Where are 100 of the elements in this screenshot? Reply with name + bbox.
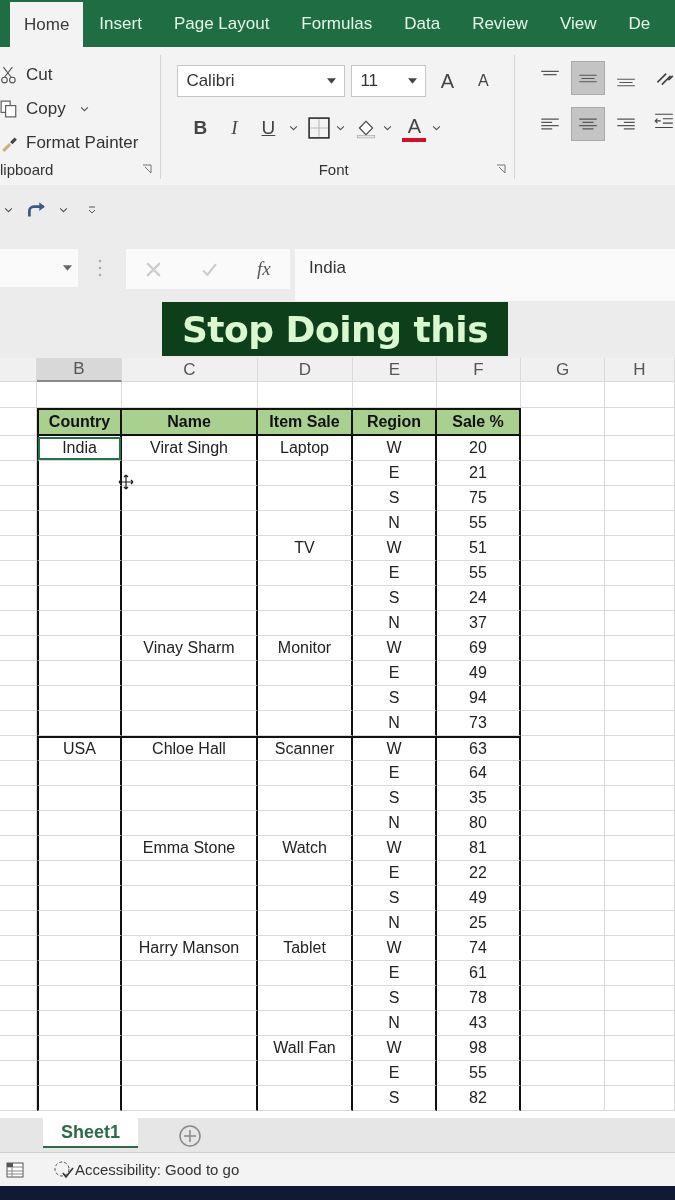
caret-icon[interactable] <box>383 125 393 131</box>
grid-cell[interactable] <box>605 382 675 408</box>
ribbon-tab[interactable]: Data <box>388 0 457 47</box>
grid-cell[interactable] <box>0 1011 37 1036</box>
dialog-launcher-icon[interactable] <box>496 164 506 174</box>
alignment-button[interactable] <box>571 61 605 95</box>
caret-icon[interactable] <box>59 207 68 213</box>
grid-cell[interactable] <box>0 861 37 886</box>
grid-cell[interactable] <box>605 761 675 786</box>
grid-cell[interactable] <box>0 382 37 408</box>
redo-icon[interactable] <box>25 201 47 219</box>
grid-cell[interactable] <box>605 736 675 761</box>
caret-icon[interactable] <box>432 125 442 131</box>
grid-cell[interactable] <box>0 536 37 561</box>
shrink-font-button[interactable]: A <box>468 66 499 96</box>
format-painter-button[interactable]: Format Painter <box>0 126 139 160</box>
column-header[interactable]: H <box>605 358 675 382</box>
grid-cell[interactable] <box>521 382 605 408</box>
underline-button[interactable]: U <box>253 113 284 143</box>
grid-cell[interactable] <box>605 811 675 836</box>
italic-button[interactable]: I <box>219 113 250 143</box>
column-header[interactable]: B <box>37 358 122 382</box>
grid-cell[interactable] <box>605 611 675 636</box>
caret-icon[interactable] <box>4 207 13 213</box>
accessibility-status[interactable]: Accessibility: Good to go <box>75 1161 240 1178</box>
grid-cell[interactable] <box>605 836 675 861</box>
grid-cell[interactable] <box>521 408 605 436</box>
grid-cell[interactable] <box>0 1086 37 1111</box>
column-header[interactable] <box>0 358 37 382</box>
grid-cell[interactable] <box>521 736 605 761</box>
borders-icon[interactable] <box>308 117 331 139</box>
grid-cell[interactable] <box>0 811 37 836</box>
ribbon-tab[interactable]: Home <box>10 2 84 47</box>
grid-cell[interactable] <box>521 661 605 686</box>
grid-cell[interactable] <box>605 711 675 736</box>
customize-toolbar-icon[interactable] <box>88 206 96 214</box>
grid-cell[interactable] <box>521 561 605 586</box>
grid-cell[interactable] <box>521 786 605 811</box>
grid-cell[interactable] <box>521 536 605 561</box>
grid-cell[interactable] <box>605 536 675 561</box>
grid-cell[interactable] <box>0 886 37 911</box>
grid-cell[interactable] <box>0 986 37 1011</box>
grid-cell[interactable] <box>521 436 605 461</box>
grid-cell[interactable] <box>0 911 37 936</box>
sheet-view-icon[interactable] <box>5 1159 25 1180</box>
column-header[interactable]: G <box>521 358 605 382</box>
grid-cell[interactable] <box>605 408 675 436</box>
drag-handle-icon[interactable] <box>98 258 102 278</box>
grid-cell[interactable] <box>605 486 675 511</box>
grow-font-button[interactable]: A <box>432 66 463 96</box>
grid-cell[interactable] <box>605 886 675 911</box>
grid-cell[interactable] <box>0 1036 37 1061</box>
grid-cell[interactable] <box>521 811 605 836</box>
column-header[interactable]: F <box>437 358 521 382</box>
caret-icon[interactable] <box>336 125 346 131</box>
ribbon-tab[interactable]: Insert <box>83 0 158 47</box>
grid-cell[interactable] <box>605 1061 675 1086</box>
caret-icon[interactable] <box>289 125 299 131</box>
bold-button[interactable]: B <box>185 113 216 143</box>
grid-cell[interactable] <box>605 1086 675 1111</box>
grid-cell[interactable] <box>605 936 675 961</box>
grid-cell[interactable] <box>605 1036 675 1061</box>
grid-cell[interactable] <box>0 511 37 536</box>
grid-cell[interactable] <box>0 786 37 811</box>
grid-cell[interactable] <box>0 686 37 711</box>
add-sheet-icon[interactable] <box>178 1124 202 1148</box>
grid-cell[interactable] <box>605 511 675 536</box>
grid-cell[interactable] <box>521 586 605 611</box>
grid-cell[interactable] <box>605 861 675 886</box>
insert-function-button[interactable]: fx <box>256 258 271 280</box>
grid-cell[interactable] <box>0 486 37 511</box>
cut-button[interactable]: Cut <box>0 58 53 92</box>
grid-cell[interactable] <box>521 836 605 861</box>
grid-cell[interactable] <box>0 736 37 761</box>
ribbon-tab[interactable]: Page Layout <box>157 0 286 47</box>
font-color-button[interactable]: A <box>402 114 427 142</box>
grid-cell[interactable] <box>0 936 37 961</box>
grid-cell[interactable] <box>521 761 605 786</box>
grid-cell[interactable] <box>521 886 605 911</box>
grid-cell[interactable] <box>0 961 37 986</box>
grid-cell[interactable] <box>521 1011 605 1036</box>
grid-cell[interactable] <box>521 611 605 636</box>
ribbon-tab[interactable]: Formulas <box>285 0 389 47</box>
grid-cell[interactable] <box>0 611 37 636</box>
grid-cell[interactable] <box>521 986 605 1011</box>
grid-cell[interactable] <box>0 661 37 686</box>
grid-cell[interactable] <box>605 661 675 686</box>
grid-cell[interactable] <box>605 1011 675 1036</box>
grid-cell[interactable] <box>521 636 605 661</box>
font-size-field[interactable]: 11 <box>351 65 427 97</box>
grid-cell[interactable] <box>0 436 37 461</box>
accessibility-check-icon[interactable] <box>53 1159 75 1180</box>
grid-cell[interactable] <box>0 636 37 661</box>
name-box[interactable] <box>0 249 78 287</box>
font-name-field[interactable]: Calibri <box>177 65 346 97</box>
grid-cell[interactable] <box>605 636 675 661</box>
grid-cell[interactable] <box>605 686 675 711</box>
grid-cell[interactable] <box>521 486 605 511</box>
grid-cell[interactable] <box>0 761 37 786</box>
alignment-button[interactable] <box>571 107 605 141</box>
